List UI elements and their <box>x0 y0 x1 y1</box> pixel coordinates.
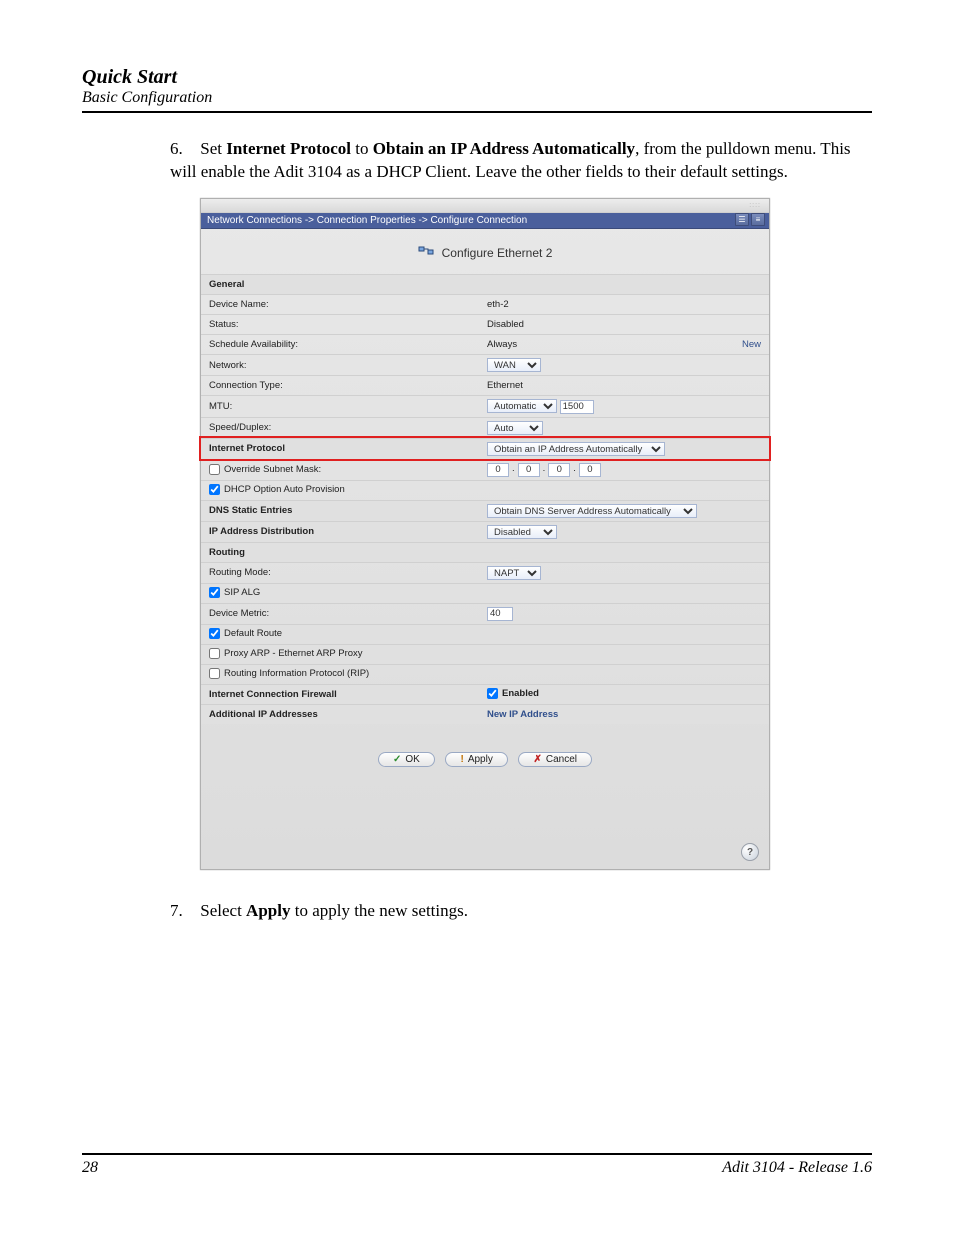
checkbox-rip[interactable] <box>209 668 220 679</box>
label-sip-alg: SIP ALG <box>224 588 260 599</box>
select-routing-mode[interactable]: NAPT <box>487 566 541 580</box>
label-status: Status: <box>201 315 479 335</box>
select-speed[interactable]: Auto <box>487 421 543 435</box>
input-device-metric[interactable] <box>487 607 513 621</box>
link-new-ip[interactable]: New IP Address <box>487 709 558 720</box>
label-default-route: Default Route <box>224 629 282 640</box>
ip-mask-input[interactable]: ... <box>487 463 601 477</box>
label-device-name: Device Name: <box>201 295 479 315</box>
page-number: 28 <box>82 1159 98 1177</box>
checkbox-override-mask[interactable] <box>209 464 220 475</box>
label-conn-type: Connection Type: <box>201 376 479 396</box>
button-row: ✓OK !Apply ✗Cancel <box>201 724 769 807</box>
select-dns[interactable]: Obtain DNS Server Address Automatically <box>487 504 697 518</box>
help-button[interactable]: ? <box>741 843 759 861</box>
network-icon <box>418 243 434 262</box>
check-icon: ✓ <box>393 754 401 765</box>
label-speed: Speed/Duplex: <box>201 417 479 438</box>
list-icon[interactable]: ≡ <box>751 213 765 226</box>
section-routing: Routing <box>201 542 769 562</box>
checkbox-default-route[interactable] <box>209 628 220 639</box>
label-dhcp-auto: DHCP Option Auto Provision <box>224 485 345 496</box>
select-internet-protocol[interactable]: Obtain an IP Address Automatically <box>487 442 665 456</box>
value-conn-type: Ethernet <box>479 376 769 396</box>
config-table: General Device Name:eth-2 Status:Disable… <box>201 274 769 724</box>
cancel-button[interactable]: ✗Cancel <box>518 752 592 767</box>
panel-topbar: :::: <box>201 199 769 213</box>
user-icon[interactable]: ☰ <box>735 213 749 226</box>
label-override-mask: Override Subnet Mask: <box>224 464 321 475</box>
checkbox-sip-alg[interactable] <box>209 587 220 598</box>
page-header: Quick Start Basic Configuration <box>82 66 872 113</box>
value-schedule: Always <box>487 339 517 350</box>
breadcrumb: Network Connections -> Connection Proper… <box>201 213 769 229</box>
input-mtu[interactable] <box>560 400 594 414</box>
select-mtu[interactable]: Automatic <box>487 399 557 413</box>
step-7: 7. Select Apply to apply the new setting… <box>170 900 870 923</box>
header-title: Quick Start <box>82 66 872 89</box>
apply-button[interactable]: !Apply <box>445 752 507 767</box>
breadcrumb-text: Network Connections -> Connection Proper… <box>207 215 527 226</box>
screenshot-panel: :::: Network Connections -> Connection P… <box>200 198 770 870</box>
value-status: Disabled <box>479 315 769 335</box>
select-ip-dist[interactable]: Disabled <box>487 525 557 539</box>
apply-icon: ! <box>460 754 463 765</box>
section-ip-dist: IP Address Distribution <box>201 521 479 542</box>
checkbox-fw-enabled[interactable] <box>487 688 498 699</box>
step-number: 6. <box>170 138 196 161</box>
label-rip: Routing Information Protocol (RIP) <box>224 669 369 680</box>
section-firewall: Internet Connection Firewall <box>201 684 479 704</box>
step-6: 6. Set Internet Protocol to Obtain an IP… <box>170 138 870 184</box>
step-number: 7. <box>170 900 196 923</box>
panel-title: Configure Ethernet 2 <box>201 229 769 274</box>
page-footer: 28 Adit 3104 - Release 1.6 <box>82 1153 872 1177</box>
link-new-schedule[interactable]: New <box>742 339 761 350</box>
ok-button[interactable]: ✓OK <box>378 752 435 767</box>
section-dns-static: DNS Static Entries <box>201 500 479 521</box>
select-network[interactable]: WAN <box>487 358 541 372</box>
label-network: Network: <box>201 355 479 376</box>
label-routing-mode: Routing Mode: <box>201 562 479 583</box>
label-schedule: Schedule Availability: <box>201 335 479 355</box>
header-subtitle: Basic Configuration <box>82 89 872 107</box>
product-release: Adit 3104 - Release 1.6 <box>722 1159 872 1177</box>
label-fw-enabled: Enabled <box>502 689 539 700</box>
label-device-metric: Device Metric: <box>201 603 479 624</box>
section-additional-ip: Additional IP Addresses <box>201 704 479 724</box>
grip-icon: :::: <box>749 202 761 209</box>
checkbox-dhcp-auto[interactable] <box>209 484 220 495</box>
label-mtu: MTU: <box>201 396 479 418</box>
section-general: General <box>201 275 769 295</box>
checkbox-proxy-arp[interactable] <box>209 648 220 659</box>
label-proxy-arp: Proxy ARP - Ethernet ARP Proxy <box>224 649 363 660</box>
x-icon: ✗ <box>533 754 541 765</box>
value-device-name: eth-2 <box>479 295 769 315</box>
section-internet-protocol: Internet Protocol <box>201 438 479 459</box>
